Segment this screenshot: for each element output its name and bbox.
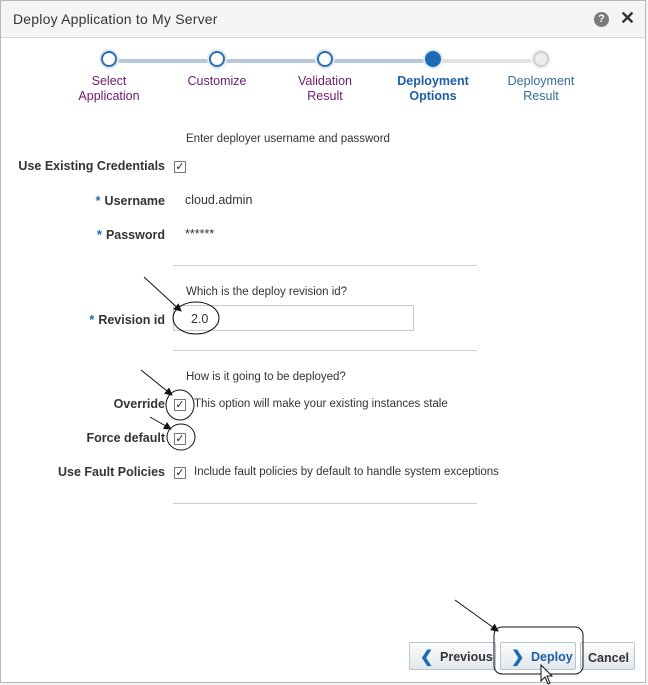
train-line-future — [433, 59, 541, 63]
deploy-button[interactable]: ❯ Deploy — [500, 642, 576, 670]
username-label: * Username — [11, 193, 165, 208]
use-fault-policies-label: Use Fault Policies — [58, 465, 165, 479]
required-marker: * — [89, 312, 95, 327]
step-label-deployment-result: Deployment Result — [486, 74, 596, 104]
username-value: cloud.admin — [185, 193, 253, 207]
password-label: * Password — [11, 227, 165, 242]
override-label: Override — [113, 397, 165, 411]
revision-id-label: * Revision id — [11, 312, 165, 327]
override-help-text: This option will make your existing inst… — [194, 398, 448, 410]
required-marker: * — [95, 193, 101, 208]
previous-button[interactable]: ❮ Previous — [409, 642, 496, 670]
dialog-titlebar: Deploy Application to My Server ? ✕ — [1, 1, 645, 38]
revision-id-input[interactable]: 2.0 — [173, 305, 414, 331]
dialog-title: Deploy Application to My Server — [13, 11, 218, 27]
chevron-right-icon: ❯ — [511, 649, 525, 666]
step-label-line1: Select — [91, 74, 127, 88]
cancel-button[interactable]: Cancel — [580, 642, 635, 670]
override-checkbox[interactable]: ✓ — [174, 399, 186, 411]
step-label-line1: Deployment — [397, 74, 469, 88]
step-label-deployment-options: Deployment Options — [378, 74, 488, 104]
step-label-validation-result[interactable]: Validation Result — [270, 74, 380, 104]
step-label-line1: Validation — [298, 74, 352, 88]
step-label-customize[interactable]: Customize — [162, 74, 272, 89]
section-divider — [173, 503, 477, 504]
use-existing-credentials-label: Use Existing Credentials — [18, 159, 165, 173]
deployment-instruction: How is it going to be deployed? — [186, 371, 346, 383]
step-label-line1: Deployment — [507, 74, 575, 88]
username-label-text: Username — [104, 194, 165, 208]
step-label-line1: Customize — [187, 74, 247, 88]
credentials-instruction: Enter deployer username and password — [186, 133, 390, 145]
cancel-button-label: Cancel — [588, 651, 629, 665]
deploy-button-label: Deploy — [531, 650, 573, 664]
train-stop-validation-result[interactable] — [317, 51, 333, 67]
section-divider — [173, 265, 477, 266]
step-label-line2: Result — [523, 89, 559, 103]
section-divider — [173, 350, 477, 351]
revision-id-label-text: Revision id — [98, 313, 165, 327]
train-stop-deployment-result — [533, 51, 549, 67]
password-label-text: Password — [105, 228, 165, 242]
use-existing-credentials-checkbox[interactable]: ✓ — [174, 161, 186, 173]
previous-button-label: Previous — [440, 650, 493, 664]
train-line-done — [109, 59, 433, 63]
force-default-label: Force default — [86, 431, 166, 445]
step-label-line2: Options — [409, 89, 457, 103]
help-icon[interactable]: ? — [594, 12, 609, 27]
chevron-left-icon: ❮ — [420, 649, 434, 666]
password-value: ****** — [185, 227, 215, 241]
step-label-select-application[interactable]: Select Application — [54, 74, 164, 104]
train-stop-select-application[interactable] — [101, 51, 117, 67]
step-label-line2: Application — [78, 89, 140, 103]
required-marker: * — [96, 227, 102, 242]
force-default-checkbox[interactable]: ✓ — [174, 433, 186, 445]
close-icon[interactable]: ✕ — [620, 8, 635, 29]
use-fault-policies-checkbox[interactable]: ✓ — [174, 467, 186, 479]
train-stop-deployment-options — [425, 51, 441, 67]
fault-policies-help-text: Include fault policies by default to han… — [194, 466, 499, 478]
step-label-line2: Result — [307, 89, 343, 103]
revision-instruction: Which is the deploy revision id? — [186, 286, 348, 298]
train-stop-customize[interactable] — [209, 51, 225, 67]
deploy-dialog: Deploy Application to My Server ? ✕ Sele… — [0, 0, 646, 683]
